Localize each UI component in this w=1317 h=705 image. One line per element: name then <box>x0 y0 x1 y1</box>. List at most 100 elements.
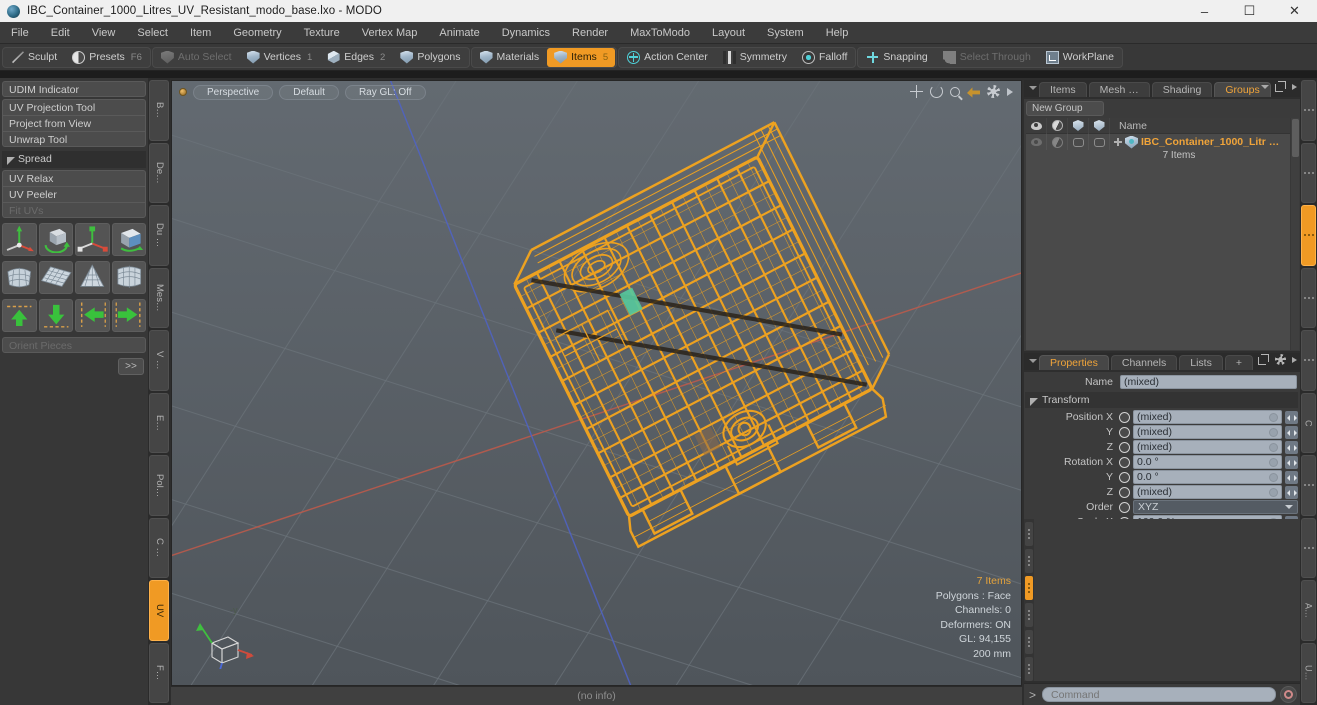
rotate-icon[interactable] <box>930 85 943 98</box>
sculpt-button[interactable]: Sculpt <box>4 48 64 67</box>
tab-properties[interactable]: Properties <box>1039 355 1109 370</box>
position-y-keyframe-dot[interactable] <box>1119 426 1130 438</box>
ibc-container-wireframe[interactable] <box>172 81 1021 685</box>
scrollbar-thumb[interactable] <box>1292 119 1299 157</box>
gear-icon[interactable] <box>1275 354 1286 365</box>
rotation-x-stepper[interactable] <box>1285 455 1298 469</box>
workplane-button[interactable]: WorkPlane <box>1039 48 1121 67</box>
row-shading[interactable] <box>1047 134 1068 150</box>
expand-panel-icon[interactable] <box>1275 81 1286 92</box>
rotation-y-stepper[interactable] <box>1285 470 1298 484</box>
rotation-x-keyframe-dot[interactable] <box>1119 456 1130 468</box>
action-center-button[interactable]: Action Center <box>620 48 715 67</box>
command-input[interactable] <box>1042 687 1276 702</box>
left-expand-button[interactable]: >> <box>118 358 144 375</box>
tab-lists[interactable]: Lists <box>1179 355 1223 370</box>
rvtab-4[interactable] <box>1301 267 1316 328</box>
scroll-seg-1[interactable] <box>1025 522 1033 546</box>
vtab-edge[interactable]: E… <box>149 392 169 453</box>
vtab-duplicate[interactable]: Du … <box>149 205 169 266</box>
spread-section-header[interactable]: Spread <box>2 151 146 168</box>
tab-items[interactable]: Items <box>1039 82 1087 97</box>
uv-fit-mesh-icon[interactable] <box>2 261 37 294</box>
vtab-deform[interactable]: De… <box>149 142 169 203</box>
position-z-stepper[interactable] <box>1285 440 1298 454</box>
rotation-x-field[interactable]: 0.0 ° <box>1133 455 1282 469</box>
project-from-view-button[interactable]: Project from View <box>2 115 146 131</box>
chevron-down-icon[interactable] <box>1261 84 1269 89</box>
vtab-mesh[interactable]: Mes… <box>149 267 169 328</box>
falloff-button[interactable]: Falloff <box>795 48 854 67</box>
col-render[interactable] <box>1068 117 1089 134</box>
props-scroll-arrow-icon[interactable] <box>1027 353 1039 370</box>
new-group-button[interactable]: New Group <box>1026 101 1104 116</box>
rvtab-active[interactable] <box>1301 205 1316 266</box>
uv-scale-gizmo-icon[interactable] <box>75 223 110 256</box>
vtab-uv[interactable]: UV <box>149 580 169 641</box>
scale-x-keyframe-dot[interactable] <box>1119 516 1130 519</box>
rvtab-uv[interactable]: U… <box>1301 642 1316 703</box>
menu-item[interactable]: Item <box>179 22 222 44</box>
uv-flatten-grid-icon[interactable] <box>38 261 73 294</box>
rvtab-8[interactable] <box>1301 517 1316 578</box>
rotation-z-field[interactable]: (mixed) <box>1133 485 1282 499</box>
select-through-button[interactable]: Select Through <box>936 48 1038 67</box>
udim-indicator-button[interactable]: UDIM Indicator <box>2 81 146 97</box>
rotation-z-keyframe-dot[interactable] <box>1119 486 1130 498</box>
uv-rotate-cube-icon[interactable] <box>38 223 73 256</box>
viewport-menu-dot[interactable] <box>179 88 187 96</box>
menu-select[interactable]: Select <box>126 22 179 44</box>
group-list[interactable]: Name IBC_Container_1000_Litr … 7 Items <box>1026 117 1299 350</box>
unwrap-tool-button[interactable]: Unwrap Tool <box>2 131 146 147</box>
rotation-z-stepper[interactable] <box>1285 485 1298 499</box>
menu-texture[interactable]: Texture <box>293 22 351 44</box>
menu-vertex-map[interactable]: Vertex Map <box>351 22 429 44</box>
vtab-curve[interactable]: C … <box>149 517 169 578</box>
rotation-y-field[interactable]: 0.0 ° <box>1133 470 1282 484</box>
scroll-seg-6[interactable] <box>1025 657 1033 681</box>
menu-view[interactable]: View <box>81 22 127 44</box>
vtab-basic[interactable]: B… <box>149 80 169 141</box>
menu-dynamics[interactable]: Dynamics <box>491 22 561 44</box>
expand-panel-icon[interactable] <box>1258 354 1269 365</box>
order-keyframe-dot[interactable] <box>1119 501 1130 513</box>
row-lock[interactable] <box>1089 134 1110 150</box>
position-x-stepper[interactable] <box>1285 410 1298 424</box>
position-y-stepper[interactable] <box>1285 425 1298 439</box>
vtab-vertex[interactable]: V … <box>149 330 169 391</box>
align-down-icon[interactable] <box>38 299 73 332</box>
row-visibility[interactable] <box>1026 134 1047 150</box>
snapping-button[interactable]: Snapping <box>859 48 934 67</box>
scale-x-stepper[interactable] <box>1285 515 1298 519</box>
rvtab-2[interactable] <box>1301 142 1316 203</box>
align-up-icon[interactable] <box>2 299 37 332</box>
table-row[interactable]: IBC_Container_1000_Litr … <box>1026 134 1290 150</box>
menu-maxtomodo[interactable]: MaxToModo <box>619 22 701 44</box>
edges-button[interactable]: Edges 2 <box>320 48 392 67</box>
scale-x-field[interactable]: 100.0 % <box>1133 515 1282 519</box>
menu-geometry[interactable]: Geometry <box>222 22 292 44</box>
scroll-seg-active[interactable] <box>1025 576 1033 600</box>
uv-peeler-button[interactable]: UV Peeler <box>2 186 146 202</box>
viewport-default-pill[interactable]: Default <box>279 84 339 100</box>
expand-arrow-icon[interactable] <box>1007 87 1013 96</box>
align-left-icon[interactable] <box>75 299 110 332</box>
scroll-seg-2[interactable] <box>1025 549 1033 573</box>
position-x-field[interactable]: (mixed) <box>1133 410 1282 424</box>
close-button[interactable]: ✕ <box>1272 0 1317 22</box>
rvtab-channels[interactable]: C <box>1301 392 1316 453</box>
rvtab-animate[interactable]: A… <box>1301 580 1316 641</box>
group-list-scrollbar[interactable] <box>1290 118 1299 350</box>
vtab-polygon[interactable]: Pol… <box>149 455 169 516</box>
expand-plus-icon[interactable] <box>1114 138 1122 146</box>
uv-unwrap-cube-icon[interactable] <box>111 223 146 256</box>
row-render[interactable] <box>1068 134 1089 150</box>
menu-system[interactable]: System <box>756 22 815 44</box>
position-z-keyframe-dot[interactable] <box>1119 441 1130 453</box>
scroll-seg-5[interactable] <box>1025 630 1033 654</box>
uv-relax-button[interactable]: UV Relax <box>2 170 146 186</box>
vtab-fur[interactable]: F… <box>149 642 169 703</box>
panel-arrow-icon[interactable] <box>1292 356 1297 363</box>
tab-add[interactable]: + <box>1224 355 1253 370</box>
polygons-button[interactable]: Polygons <box>393 48 467 67</box>
